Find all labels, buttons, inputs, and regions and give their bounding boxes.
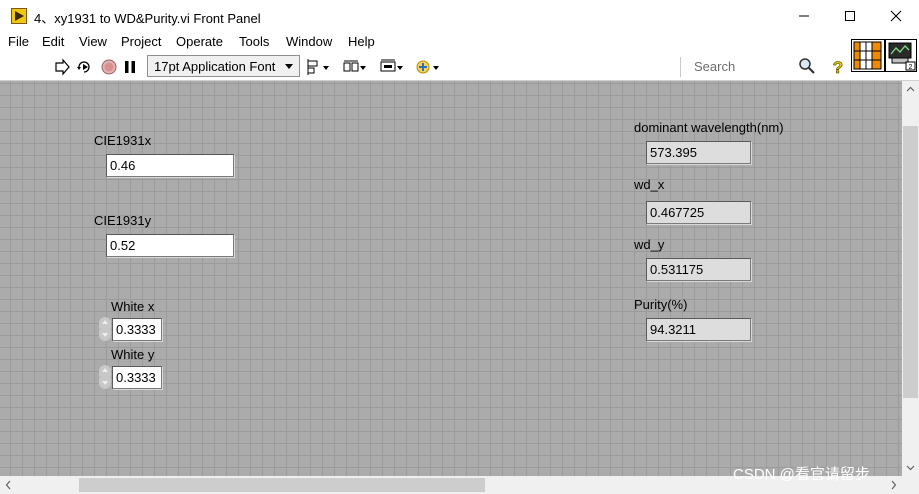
purity-indicator: 94.3211 — [646, 318, 751, 341]
decrement-arrow-icon[interactable] — [99, 377, 111, 389]
maximize-button[interactable] — [827, 0, 873, 31]
watermark: CSDN @看官请留步 — [733, 466, 870, 483]
white-x-stepper[interactable] — [99, 317, 111, 341]
toolbar: 17pt Application Font Search — [0, 53, 919, 81]
menu-window[interactable]: Window — [286, 34, 332, 49]
scroll-up-icon[interactable] — [902, 81, 919, 98]
close-icon — [890, 10, 902, 22]
search-input[interactable]: Search — [680, 57, 822, 77]
connector-pane-icon[interactable] — [851, 39, 885, 72]
scrollbar-corner — [902, 476, 919, 494]
help-icon[interactable]: ? — [829, 56, 847, 78]
vertical-scroll-thumb[interactable] — [903, 126, 918, 398]
menu-view[interactable]: View — [79, 34, 107, 49]
maximize-icon — [845, 11, 855, 21]
increment-arrow-icon[interactable] — [99, 365, 111, 377]
cie1931x-input[interactable]: 0.46 — [106, 154, 234, 177]
chevron-down-icon — [285, 64, 293, 69]
white-x-label: White x — [111, 299, 155, 314]
white-y-input[interactable]: 0.3333 — [112, 366, 162, 389]
scroll-left-icon[interactable] — [0, 476, 17, 494]
menu-tools[interactable]: Tools — [239, 34, 269, 49]
menu-bar: File Edit View Project Operate Tools Win… — [0, 31, 919, 53]
decrement-arrow-icon[interactable] — [99, 329, 111, 341]
minimize-icon — [799, 15, 809, 17]
search-placeholder: Search — [694, 59, 736, 74]
svg-text:2: 2 — [909, 64, 913, 71]
wd-y-label: wd_y — [634, 237, 665, 252]
title-bar: 4、xy1931 to WD&Purity.vi Front Panel — [0, 0, 919, 31]
menu-help[interactable]: Help — [348, 34, 375, 49]
search-icon[interactable] — [798, 57, 816, 75]
resize-objects-icon[interactable] — [379, 58, 405, 76]
reorder-icon[interactable] — [415, 58, 441, 76]
cie1931y-label: CIE1931y — [94, 213, 152, 228]
vertical-scrollbar[interactable] — [902, 81, 919, 476]
connector-pane-grid-icon — [853, 41, 882, 70]
align-objects-icon[interactable] — [307, 58, 333, 76]
run-arrow-icon[interactable] — [53, 58, 71, 76]
cie1931x-label: CIE1931x — [94, 133, 152, 148]
minimize-button[interactable] — [781, 0, 827, 31]
run-continuously-icon[interactable] — [75, 58, 93, 76]
window-title: 4、xy1931 to WD&Purity.vi Front Panel — [34, 11, 261, 26]
font-selector[interactable]: 17pt Application Font — [147, 55, 300, 77]
pause-icon[interactable] — [121, 58, 139, 76]
scroll-right-icon[interactable] — [885, 476, 902, 494]
app-icon — [11, 8, 27, 24]
wd-x-label: wd_x — [634, 177, 665, 192]
increment-arrow-icon[interactable] — [99, 317, 111, 329]
white-y-label: White y — [111, 347, 155, 362]
scroll-down-icon[interactable] — [902, 459, 919, 476]
distribute-objects-icon[interactable] — [343, 58, 369, 76]
purity-label: Purity(%) — [634, 297, 688, 312]
dominant-wavelength-label: dominant wavelength(nm) — [634, 120, 784, 135]
menu-edit[interactable]: Edit — [42, 34, 64, 49]
horizontal-scroll-thumb[interactable] — [79, 478, 485, 492]
vi-icon[interactable]: 2 — [885, 39, 917, 72]
menu-operate[interactable]: Operate — [176, 34, 223, 49]
abort-icon[interactable] — [100, 58, 118, 76]
wd-x-indicator: 0.467725 — [646, 201, 751, 224]
white-x-input[interactable]: 0.3333 — [112, 318, 162, 341]
svg-text:?: ? — [833, 58, 843, 77]
vi-monitor-icon: 2 — [888, 42, 916, 71]
wd-y-indicator: 0.531175 — [646, 258, 751, 281]
font-selector-label: 17pt Application Font — [154, 59, 276, 74]
menu-file[interactable]: File — [8, 34, 29, 49]
cie1931y-input[interactable]: 0.52 — [106, 234, 234, 257]
menu-project[interactable]: Project — [121, 34, 161, 49]
close-button[interactable] — [873, 0, 919, 31]
dominant-wavelength-indicator: 573.395 — [646, 141, 751, 164]
white-y-stepper[interactable] — [99, 365, 111, 389]
